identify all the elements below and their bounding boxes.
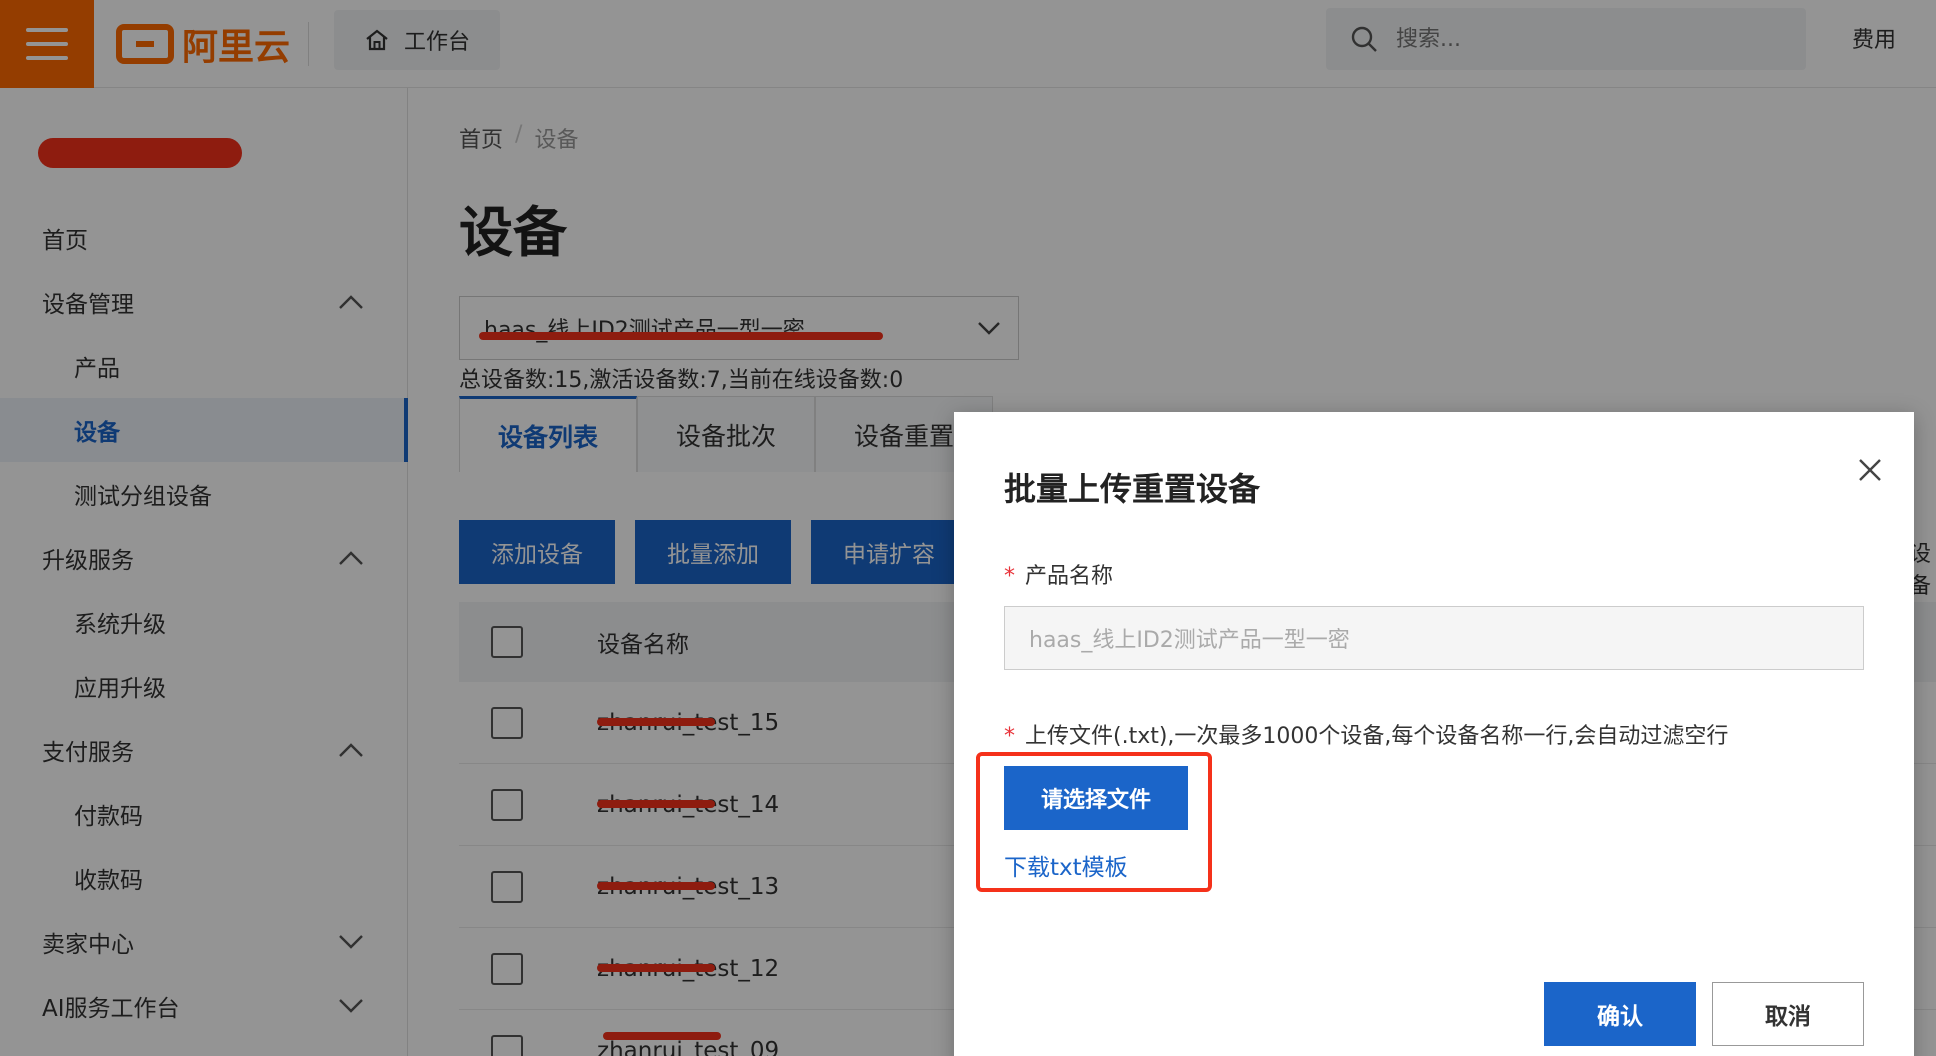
required-mark: * bbox=[1004, 564, 1015, 589]
batch-upload-reset-dialog: 批量上传重置设备 * 产品名称 * 上传文件(.txt),一次最多1000个设备,每… bbox=[954, 412, 1914, 1056]
label-text: 上传文件(.txt),一次最多1000个设备,每个设备名称一行,会自动过滤空行 bbox=[1025, 724, 1729, 749]
close-button[interactable] bbox=[1850, 450, 1890, 490]
product-name-input bbox=[1004, 606, 1864, 670]
dialog-title: 批量上传重置设备 bbox=[1004, 470, 1261, 508]
close-icon bbox=[1859, 459, 1881, 481]
confirm-button[interactable]: 确认 bbox=[1544, 982, 1696, 1046]
download-template-link[interactable]: 下载txt模板 bbox=[1004, 848, 1128, 882]
label-text: 产品名称 bbox=[1025, 564, 1114, 589]
upload-file-label: * 上传文件(.txt),一次最多1000个设备,每个设备名称一行,会自动过滤空行 bbox=[1004, 718, 1728, 750]
choose-file-button[interactable]: 请选择文件 bbox=[1004, 766, 1188, 830]
product-name-label: * 产品名称 bbox=[1004, 558, 1113, 590]
cancel-button[interactable]: 取消 bbox=[1712, 982, 1864, 1046]
required-mark: * bbox=[1004, 724, 1015, 749]
